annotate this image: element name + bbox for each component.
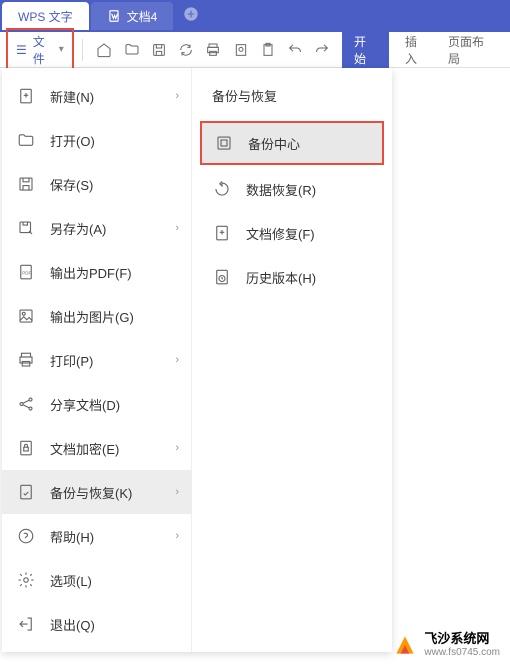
recovery-icon bbox=[212, 179, 232, 199]
ribbon-tab-start[interactable]: 开始 bbox=[342, 28, 389, 72]
chevron-right-icon: › bbox=[175, 530, 179, 542]
tab-label: WPS 文字 bbox=[18, 8, 73, 25]
menu-options[interactable]: 选项(L) bbox=[2, 558, 191, 602]
submenu-data-recovery[interactable]: 数据恢复(R) bbox=[192, 167, 392, 211]
submenu-header: 备份与恢复 bbox=[192, 80, 392, 119]
menu-label: 退出(Q) bbox=[50, 615, 95, 634]
menu-label: 新建(N) bbox=[50, 87, 94, 106]
print-icon bbox=[16, 350, 36, 370]
menu-label: 另存为(A) bbox=[50, 219, 106, 238]
chevron-right-icon: › bbox=[175, 222, 179, 234]
repair-icon bbox=[212, 223, 232, 243]
help-icon bbox=[16, 526, 36, 546]
chevron-right-icon: › bbox=[175, 442, 179, 454]
file-menu: 新建(N) › 打开(O) 保存(S) 另存为(A) › PDF 输出为PDF(… bbox=[2, 68, 392, 652]
watermark-title: 飞沙系统网 bbox=[424, 631, 500, 647]
menu-pdf[interactable]: PDF 输出为PDF(F) bbox=[2, 250, 191, 294]
chevron-down-icon: ▾ bbox=[59, 44, 64, 55]
menu-saveas[interactable]: 另存为(A) › bbox=[2, 206, 191, 250]
file-menu-button[interactable]: ☰ 文件 ▾ bbox=[6, 28, 74, 72]
backup-center-icon bbox=[214, 133, 234, 153]
menu-label: 打开(O) bbox=[50, 131, 95, 150]
tab-label: 文档4 bbox=[127, 8, 158, 25]
file-label: 文件 bbox=[33, 33, 55, 67]
redo-icon[interactable] bbox=[314, 41, 331, 59]
new-tab-button[interactable] bbox=[183, 6, 199, 27]
menu-backup[interactable]: 备份与恢复(K) › bbox=[2, 470, 191, 514]
ribbon-tab-layout[interactable]: 页面布局 bbox=[438, 27, 504, 73]
menu-new[interactable]: 新建(N) › bbox=[2, 74, 191, 118]
undo-icon[interactable] bbox=[286, 41, 303, 59]
menu-image[interactable]: 输出为图片(G) bbox=[2, 294, 191, 338]
saveas-icon bbox=[16, 218, 36, 238]
paste-icon[interactable] bbox=[259, 41, 276, 59]
lock-icon bbox=[16, 438, 36, 458]
submenu-label: 数据恢复(R) bbox=[246, 180, 316, 199]
submenu-label: 历史版本(H) bbox=[246, 268, 316, 287]
chevron-right-icon: › bbox=[175, 90, 179, 102]
folder-open-icon bbox=[16, 130, 36, 150]
preview-icon[interactable] bbox=[232, 41, 249, 59]
menu-label: 帮助(H) bbox=[50, 527, 94, 546]
file-menu-left: 新建(N) › 打开(O) 保存(S) 另存为(A) › PDF 输出为PDF(… bbox=[2, 68, 192, 652]
home-icon[interactable] bbox=[96, 41, 113, 59]
submenu-backup-center[interactable]: 备份中心 bbox=[200, 121, 384, 165]
image-icon bbox=[16, 306, 36, 326]
new-icon bbox=[16, 86, 36, 106]
menu-save[interactable]: 保存(S) bbox=[2, 162, 191, 206]
exit-icon bbox=[16, 614, 36, 634]
submenu-history[interactable]: 历史版本(H) bbox=[192, 255, 392, 299]
print-icon[interactable] bbox=[205, 41, 222, 59]
folder-icon[interactable] bbox=[123, 41, 140, 59]
refresh-icon[interactable] bbox=[177, 41, 194, 59]
gear-icon bbox=[16, 570, 36, 590]
menu-help[interactable]: 帮助(H) › bbox=[2, 514, 191, 558]
ribbon-bar: ☰ 文件 ▾ 开始 插入 页面布局 bbox=[0, 32, 510, 68]
tab-wps-text[interactable]: WPS 文字 bbox=[2, 2, 89, 30]
pdf-icon: PDF bbox=[16, 262, 36, 282]
svg-text:PDF: PDF bbox=[22, 270, 31, 275]
submenu-label: 备份中心 bbox=[248, 134, 300, 153]
menu-label: 选项(L) bbox=[50, 571, 92, 590]
divider bbox=[82, 39, 83, 61]
watermark: 飞沙系统网 www.fs0745.com bbox=[392, 631, 500, 659]
menu-encrypt[interactable]: 文档加密(E) › bbox=[2, 426, 191, 470]
hamburger-icon: ☰ bbox=[16, 43, 27, 57]
menu-exit[interactable]: 退出(Q) bbox=[2, 602, 191, 646]
submenu-doc-repair[interactable]: 文档修复(F) bbox=[192, 211, 392, 255]
share-icon bbox=[16, 394, 36, 414]
save-icon bbox=[16, 174, 36, 194]
watermark-logo-icon bbox=[392, 632, 418, 658]
menu-share[interactable]: 分享文档(D) bbox=[2, 382, 191, 426]
tab-doc4[interactable]: 文档4 bbox=[91, 2, 174, 30]
backup-icon bbox=[16, 482, 36, 502]
ribbon-tab-insert[interactable]: 插入 bbox=[395, 27, 438, 73]
menu-label: 备份与恢复(K) bbox=[50, 483, 132, 502]
menu-print[interactable]: 打印(P) › bbox=[2, 338, 191, 382]
save-icon[interactable] bbox=[150, 41, 167, 59]
menu-label: 打印(P) bbox=[50, 351, 93, 370]
file-submenu: 备份与恢复 备份中心 数据恢复(R) 文档修复(F) 历史版本(H) bbox=[192, 68, 392, 652]
watermark-url: www.fs0745.com bbox=[424, 647, 500, 659]
menu-label: 文档加密(E) bbox=[50, 439, 119, 458]
menu-label: 输出为图片(G) bbox=[50, 307, 134, 326]
menu-label: 分享文档(D) bbox=[50, 395, 120, 414]
doc-icon bbox=[107, 9, 121, 23]
menu-label: 输出为PDF(F) bbox=[50, 263, 132, 282]
chevron-right-icon: › bbox=[175, 354, 179, 366]
menu-label: 保存(S) bbox=[50, 175, 93, 194]
submenu-label: 文档修复(F) bbox=[246, 224, 315, 243]
chevron-right-icon: › bbox=[175, 486, 179, 498]
menu-open[interactable]: 打开(O) bbox=[2, 118, 191, 162]
history-icon bbox=[212, 267, 232, 287]
